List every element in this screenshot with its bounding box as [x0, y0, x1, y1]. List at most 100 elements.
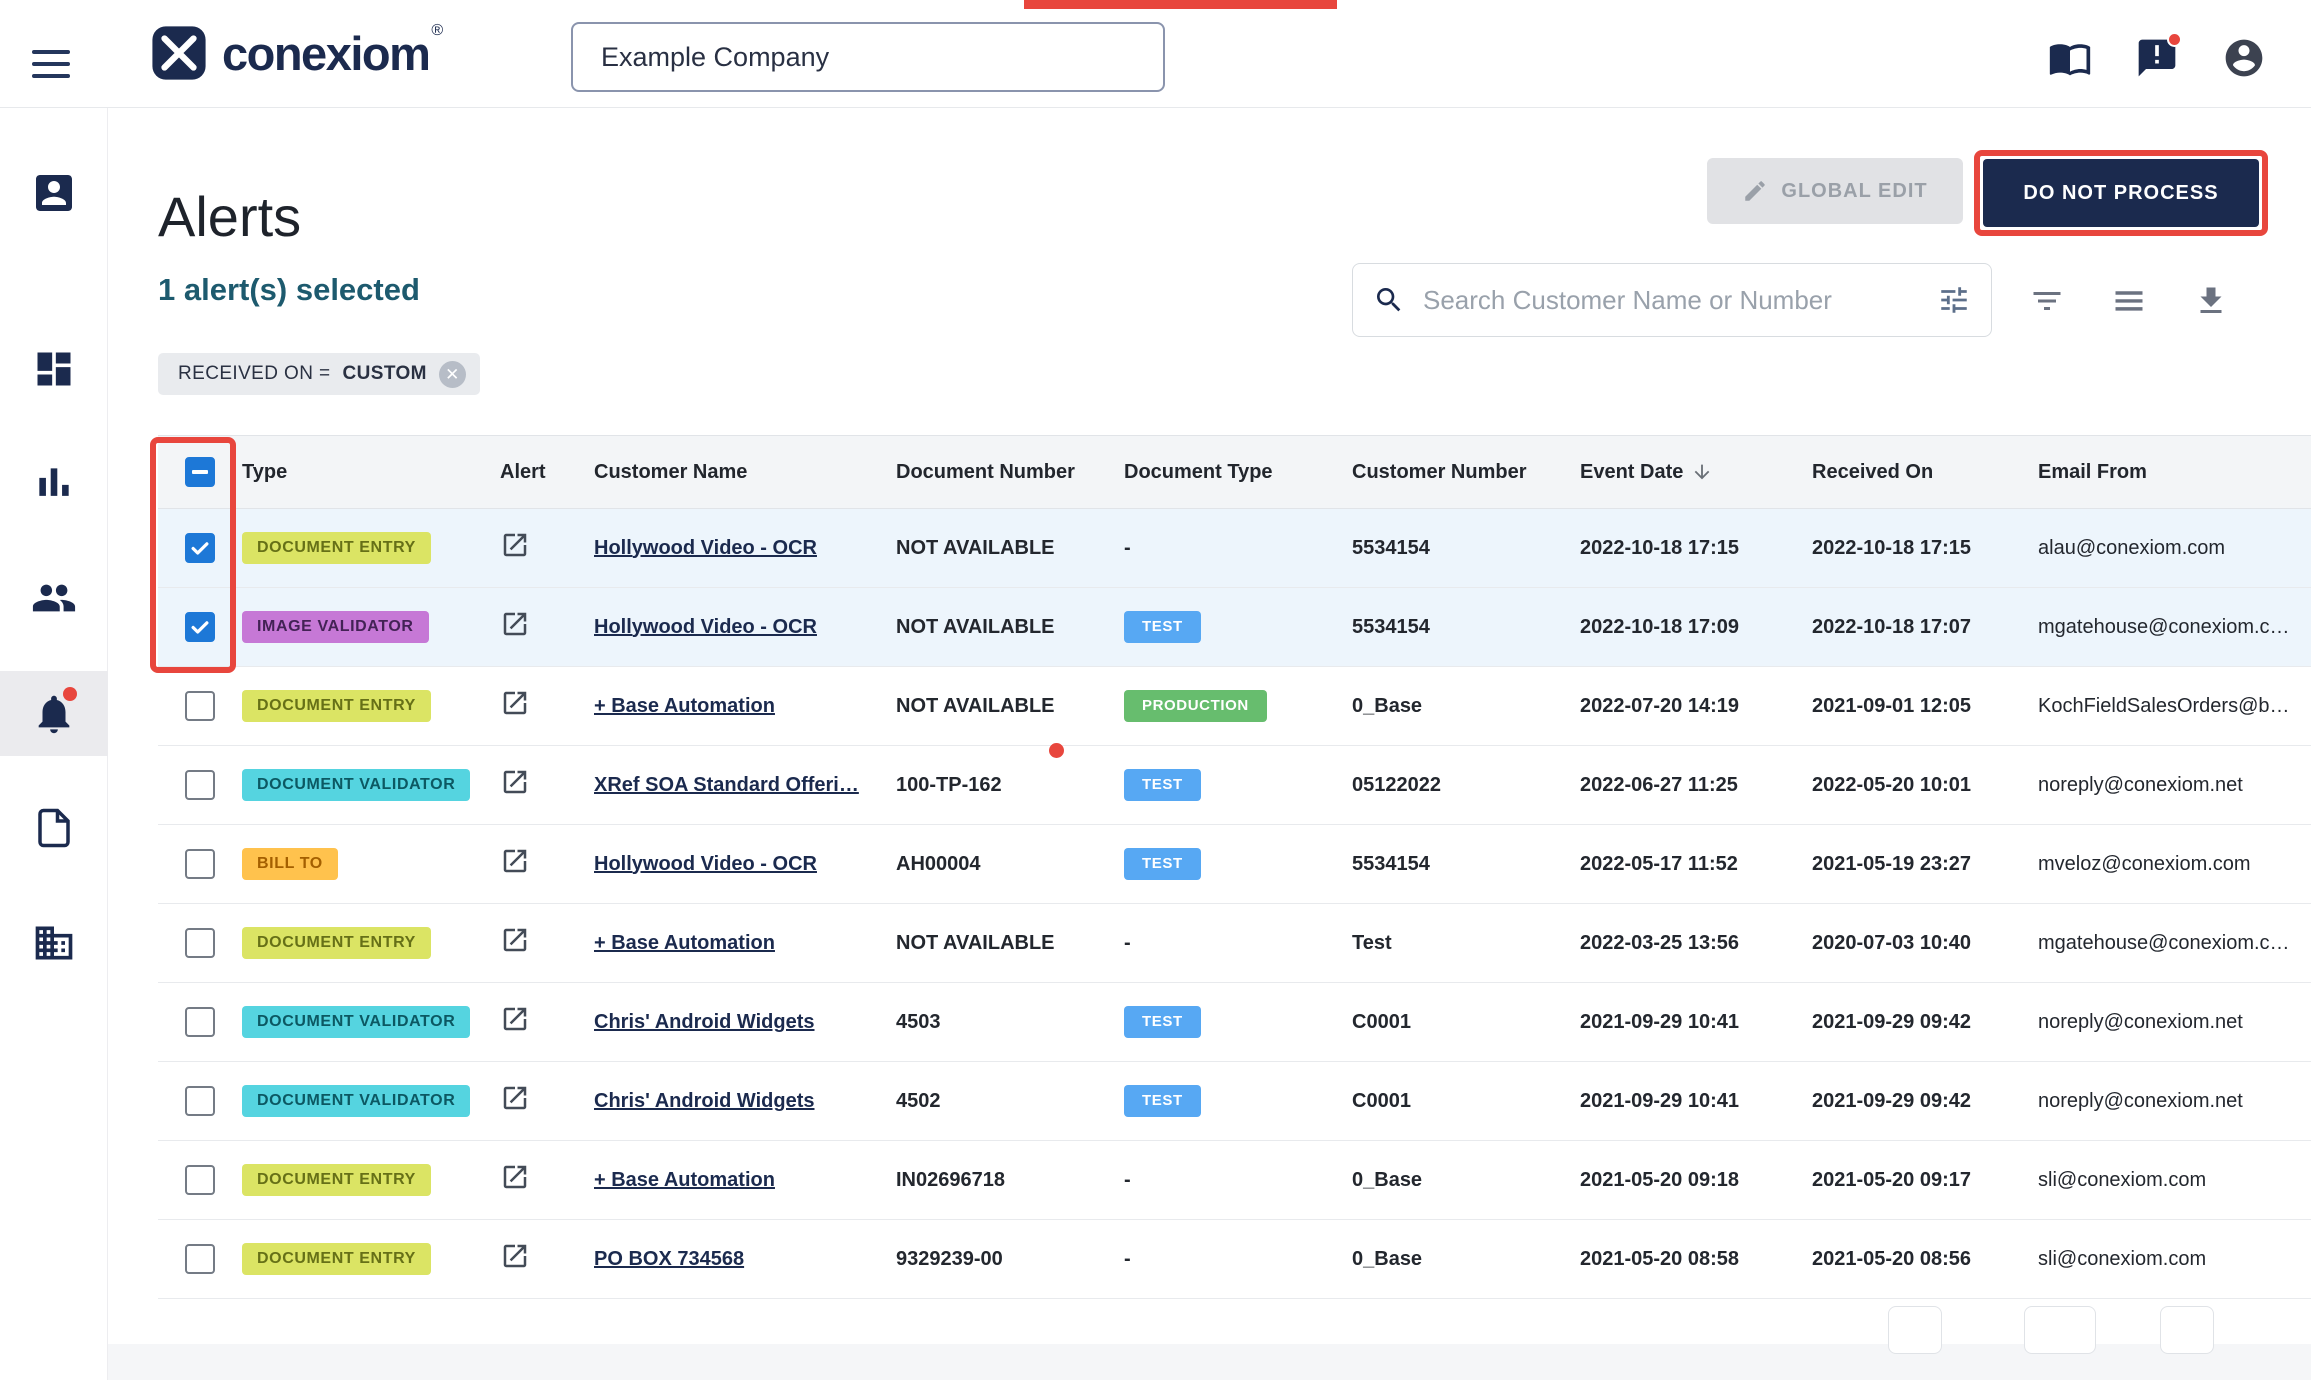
- cell-email-from: sli@conexiom.com: [2038, 1169, 2311, 1192]
- cell-document-type: TEST: [1124, 1006, 1352, 1038]
- column-header-event-date[interactable]: Event Date: [1580, 461, 1812, 484]
- customer-link[interactable]: XRef SOA Standard Offeri…: [594, 774, 859, 796]
- feedback-icon[interactable]: [2135, 36, 2179, 80]
- row-checkbox[interactable]: [185, 612, 215, 642]
- row-checkbox[interactable]: [185, 1007, 215, 1037]
- search-icon: [1373, 284, 1405, 316]
- open-alert-icon[interactable]: [500, 846, 530, 876]
- global-edit-button[interactable]: GLOBAL EDIT: [1707, 158, 1963, 224]
- alerts-table: TypeAlertCustomer NameDocument NumberDoc…: [158, 435, 2311, 1299]
- cell-document-number: 4502: [896, 1090, 1124, 1113]
- cell-email-from: sli@conexiom.com: [2038, 1248, 2311, 1271]
- filter-chip-received-on: RECEIVED ON =CUSTOM ✕: [158, 353, 480, 395]
- sidebar-item-dashboard[interactable]: [0, 344, 108, 394]
- sidebar-item-users[interactable]: [0, 573, 108, 623]
- cell-document-number: IN02696718: [896, 1169, 1124, 1192]
- doc-type-badge: TEST: [1124, 848, 1201, 880]
- row-density-icon[interactable]: [2111, 283, 2147, 319]
- cell-document-type: -: [1124, 1169, 1352, 1192]
- cell-document-type: -: [1124, 537, 1352, 560]
- customer-link[interactable]: + Base Automation: [594, 1169, 775, 1191]
- column-header-customer-name[interactable]: Customer Name: [594, 461, 896, 484]
- footer-strip: [108, 1344, 2311, 1380]
- open-alert-icon[interactable]: [500, 767, 530, 797]
- customer-link[interactable]: Chris' Android Widgets: [594, 1090, 815, 1112]
- cell-customer-number: 5534154: [1352, 537, 1580, 560]
- cell-customer-number: 5534154: [1352, 853, 1580, 876]
- hamburger-menu-icon[interactable]: [32, 50, 70, 78]
- sidebar-item-alerts[interactable]: [0, 671, 108, 756]
- open-alert-icon[interactable]: [500, 1162, 530, 1192]
- search-input[interactable]: [1421, 284, 1921, 317]
- column-header-type[interactable]: Type: [242, 461, 500, 484]
- column-header-document-type[interactable]: Document Type: [1124, 461, 1352, 484]
- table-row: DOCUMENT ENTRY + Base Automation IN0269671…: [158, 1141, 2311, 1220]
- cell-document-type: TEST: [1124, 611, 1352, 643]
- pagination-control[interactable]: [2160, 1306, 2214, 1354]
- cell-received-on: 2021-05-20 09:17: [1812, 1169, 2038, 1192]
- open-alert-icon[interactable]: [500, 1004, 530, 1034]
- pagination-control[interactable]: [1888, 1306, 1942, 1354]
- cell-event-date: 2021-05-20 08:58: [1580, 1248, 1812, 1271]
- open-alert-icon[interactable]: [500, 530, 530, 560]
- column-header-document-number[interactable]: Document Number: [896, 461, 1124, 484]
- row-checkbox[interactable]: [185, 691, 215, 721]
- open-alert-icon[interactable]: [500, 609, 530, 639]
- cell-email-from: mgatehouse@conexiom.c…: [2038, 616, 2311, 639]
- cell-document-type: TEST: [1124, 1085, 1352, 1117]
- open-alert-icon[interactable]: [500, 688, 530, 718]
- table-toolbar: [2029, 283, 2229, 319]
- row-checkbox[interactable]: [185, 1086, 215, 1116]
- feedback-notification-dot: [2167, 32, 2182, 47]
- open-alert-icon[interactable]: [500, 1083, 530, 1113]
- sidebar-item-reports[interactable]: [0, 458, 108, 508]
- open-alert-icon[interactable]: [500, 925, 530, 955]
- column-header-email-from[interactable]: Email From: [2038, 461, 2311, 484]
- cell-email-from: mgatehouse@conexiom.c…: [2038, 932, 2311, 955]
- row-checkbox[interactable]: [185, 928, 215, 958]
- sidebar-item-documents[interactable]: [0, 803, 108, 853]
- knowledge-base-icon[interactable]: [2048, 36, 2092, 80]
- user-account-icon[interactable]: [2222, 36, 2266, 80]
- do-not-process-button[interactable]: DO NOT PROCESS: [1983, 159, 2259, 227]
- row-checkbox[interactable]: [185, 849, 215, 879]
- customer-link[interactable]: Hollywood Video - OCR: [594, 853, 817, 875]
- open-alert-icon[interactable]: [500, 1241, 530, 1271]
- table-row: DOCUMENT VALIDATORChris' Android Widgets…: [158, 983, 2311, 1062]
- conexiom-logo: conexiom®: [150, 24, 440, 82]
- column-header-received-on[interactable]: Received On: [1812, 461, 2038, 484]
- type-badge: DOCUMENT ENTRY: [242, 1243, 431, 1275]
- row-checkbox[interactable]: [185, 1244, 215, 1274]
- annotation-do-not-process: DO NOT PROCESS: [1974, 150, 2268, 236]
- sidebar-item-company[interactable]: [0, 918, 108, 968]
- customer-link[interactable]: + Base Automation: [594, 695, 775, 717]
- download-icon[interactable]: [2193, 283, 2229, 319]
- cell-document-type: TEST: [1124, 769, 1352, 801]
- customer-link[interactable]: + Base Automation: [594, 932, 775, 954]
- sidebar-item-contacts[interactable]: [0, 168, 108, 218]
- row-checkbox[interactable]: [185, 770, 215, 800]
- customer-link[interactable]: Hollywood Video - OCR: [594, 616, 817, 638]
- advanced-filter-tune-icon[interactable]: [1937, 283, 1971, 317]
- customer-link[interactable]: Hollywood Video - OCR: [594, 537, 817, 559]
- row-checkbox[interactable]: [185, 1165, 215, 1195]
- type-badge: DOCUMENT ENTRY: [242, 1164, 431, 1196]
- filter-list-icon[interactable]: [2029, 283, 2065, 319]
- bar-chart-icon: [32, 461, 76, 505]
- customer-link[interactable]: Chris' Android Widgets: [594, 1011, 815, 1033]
- customer-link[interactable]: PO BOX 734568: [594, 1248, 744, 1270]
- pagination-control[interactable]: [2024, 1306, 2096, 1354]
- select-all-checkbox[interactable]: [185, 457, 215, 487]
- cell-event-date: 2022-05-17 11:52: [1580, 853, 1812, 876]
- table-row: DOCUMENT ENTRYHollywood Video - OCRNOT A…: [158, 509, 2311, 588]
- company-selector[interactable]: Example Company: [571, 22, 1165, 92]
- cell-received-on: 2022-10-18 17:15: [1812, 537, 2038, 560]
- cell-email-from: alau@conexiom.com: [2038, 537, 2311, 560]
- column-header-customer-number[interactable]: Customer Number: [1352, 461, 1580, 484]
- cell-received-on: 2020-07-03 10:40: [1812, 932, 2038, 955]
- column-header-alert[interactable]: Alert: [500, 461, 594, 484]
- cell-event-date: 2022-06-27 11:25: [1580, 774, 1812, 797]
- cell-document-number: NOT AVAILABLE: [896, 932, 1124, 955]
- chip-close-icon[interactable]: ✕: [439, 361, 466, 388]
- row-checkbox[interactable]: [185, 533, 215, 563]
